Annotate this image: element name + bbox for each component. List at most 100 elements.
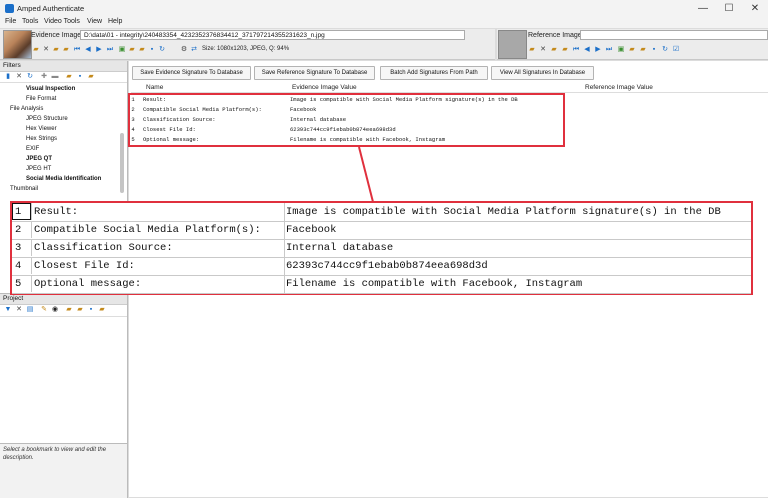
- column-name[interactable]: Name: [146, 84, 163, 91]
- collapse-icon[interactable]: ▬: [51, 73, 59, 81]
- reference-image-label: Reference Image:: [528, 32, 584, 39]
- column-divider: [284, 221, 285, 239]
- project-remove-icon[interactable]: ✕: [15, 306, 23, 314]
- project-pencil-icon[interactable]: ✎: [40, 306, 48, 314]
- column-divider: [284, 239, 285, 257]
- save-reference-signature-button[interactable]: Save Reference Signature To Database: [254, 66, 375, 80]
- menu-tools[interactable]: Tools: [22, 18, 38, 25]
- zoomed-table-row: 3 Classification Source: Internal database: [12, 239, 751, 258]
- filter-item[interactable]: Hex Viewer: [0, 124, 127, 134]
- refresh-icon[interactable]: ↻: [158, 46, 166, 54]
- ref-save-icon[interactable]: ▪: [650, 46, 658, 54]
- first-icon[interactable]: ⏮: [73, 46, 81, 54]
- filter-item[interactable]: Visual Inspection: [0, 84, 127, 94]
- app-logo-icon: [5, 4, 14, 13]
- folder-icon[interactable]: ▰: [62, 46, 70, 54]
- ref-image-icon[interactable]: ▣: [617, 46, 625, 54]
- project-doc-icon[interactable]: ▤: [26, 306, 34, 314]
- remove-filter-icon[interactable]: ✕: [15, 73, 23, 81]
- filter-item[interactable]: File Format: [0, 94, 127, 104]
- filters-save-icon[interactable]: ▪: [76, 73, 84, 81]
- save-icon[interactable]: ▪: [148, 46, 156, 54]
- ref-next-icon[interactable]: ▶: [594, 46, 602, 54]
- evidence-thumbnail[interactable]: [3, 30, 32, 59]
- zoomed-row-number: 5: [12, 275, 32, 292]
- last-icon[interactable]: ⏭: [106, 46, 114, 54]
- project-panel: Project ▼ ✕ ▤ ✎ ◉ ▰ ▰ ▪ ▰: [0, 293, 128, 444]
- evidence-path-field[interactable]: D:\data\01 - integrity\240483354_4232352…: [80, 30, 465, 40]
- project-new-icon[interactable]: ▰: [65, 306, 73, 314]
- previous-icon[interactable]: ◀: [84, 46, 92, 54]
- filters-load-icon[interactable]: ▰: [87, 73, 95, 81]
- project-save-icon[interactable]: ▪: [87, 306, 95, 314]
- minimize-button[interactable]: —: [690, 0, 716, 17]
- project-filter-icon[interactable]: ▼: [4, 306, 12, 314]
- filters-folder-icon[interactable]: ▰: [65, 73, 73, 81]
- settings-icon[interactable]: ⚙: [180, 46, 188, 54]
- ref-export-icon[interactable]: ▰: [628, 46, 636, 54]
- zoomed-row-value: Filename is compatible with Facebook, In…: [286, 278, 583, 290]
- column-reference-value[interactable]: Reference Image Value: [585, 84, 653, 91]
- copy-icon[interactable]: ▰: [138, 46, 146, 54]
- swap-icon[interactable]: ⇄: [190, 46, 198, 54]
- filters-toolbar: ▮ ✕ ↻ ✚ ▬ ▰ ▪ ▰: [0, 72, 127, 83]
- filter-item[interactable]: JPEG HT: [0, 164, 127, 174]
- highlight-box-small: [128, 93, 565, 147]
- reference-path-field[interactable]: [580, 30, 768, 40]
- open-folder-icon[interactable]: ▰: [32, 46, 40, 54]
- menu-file[interactable]: File: [5, 18, 16, 25]
- ref-check-icon[interactable]: ☑: [672, 46, 680, 54]
- reference-thumbnail[interactable]: [498, 30, 527, 59]
- expand-icon[interactable]: ✚: [40, 73, 48, 81]
- filters-refresh-icon[interactable]: ↻: [26, 73, 34, 81]
- project-eye-icon[interactable]: ◉: [51, 306, 59, 314]
- zoomed-row-value: Image is compatible with Social Media Pl…: [286, 206, 721, 218]
- batch-add-signatures-button[interactable]: Batch Add Signatures From Path: [380, 66, 488, 80]
- ref-copy-icon[interactable]: ▰: [639, 46, 647, 54]
- add-filter-icon[interactable]: ▮: [4, 73, 12, 81]
- column-divider: [284, 275, 285, 293]
- maximize-button[interactable]: ☐: [716, 0, 742, 17]
- filter-item[interactable]: Social Media Identification: [0, 174, 127, 184]
- close-x-icon[interactable]: ✕: [42, 46, 50, 54]
- menu-help[interactable]: Help: [108, 18, 122, 25]
- image-icon[interactable]: ▣: [118, 46, 126, 54]
- zoomed-row-value: 62393c744cc9f1ebab0b874eea698d3d: [286, 260, 488, 272]
- export-icon[interactable]: ▰: [128, 46, 136, 54]
- filters-header: Filters: [0, 61, 127, 72]
- menu-video-tools[interactable]: Video Tools: [44, 18, 80, 25]
- filters-scrollbar[interactable]: [120, 133, 124, 193]
- filter-item[interactable]: JPEG Structure: [0, 114, 127, 124]
- column-divider: [284, 203, 285, 221]
- title-bar: [0, 0, 768, 17]
- ref-bookmark-icon[interactable]: ▰: [550, 46, 558, 54]
- filter-item[interactable]: EXIF: [0, 144, 127, 154]
- ref-first-icon[interactable]: ⏮: [572, 46, 580, 54]
- zoomed-row-value: Facebook: [286, 224, 337, 236]
- project-open-icon[interactable]: ▰: [76, 306, 84, 314]
- ref-folder-icon[interactable]: ▰: [561, 46, 569, 54]
- filter-item[interactable]: Hex Strings: [0, 134, 127, 144]
- column-evidence-value[interactable]: Evidence Image Value: [292, 84, 357, 91]
- ref-previous-icon[interactable]: ◀: [583, 46, 591, 54]
- filter-item[interactable]: File Analysis: [0, 104, 127, 114]
- zoomed-table-row: 1 Result: Image is compatible with Social …: [12, 203, 751, 222]
- save-evidence-signature-button[interactable]: Save Evidence Signature To Database: [132, 66, 251, 80]
- view-all-signatures-button[interactable]: View All Signatures In Database: [491, 66, 594, 80]
- close-button[interactable]: ✕: [742, 0, 768, 17]
- zoomed-row-number: 4: [12, 257, 32, 274]
- window-title: Amped Authenticate: [17, 4, 85, 13]
- table-header: [131, 82, 768, 93]
- menu-view[interactable]: View: [87, 18, 102, 25]
- project-export-icon[interactable]: ▰: [98, 306, 106, 314]
- bookmark-icon[interactable]: ▰: [52, 46, 60, 54]
- next-icon[interactable]: ▶: [95, 46, 103, 54]
- zoomed-table-row: 2 Compatible Social Media Platform(s): Fac…: [12, 221, 751, 240]
- ref-open-folder-icon[interactable]: ▰: [528, 46, 536, 54]
- filter-item[interactable]: JPEG QT: [0, 154, 127, 164]
- ref-last-icon[interactable]: ⏭: [605, 46, 613, 54]
- ref-refresh-icon[interactable]: ↻: [661, 46, 669, 54]
- filter-item[interactable]: Thumbnail: [0, 184, 127, 194]
- project-header: Project: [0, 294, 127, 305]
- ref-close-x-icon[interactable]: ✕: [539, 46, 547, 54]
